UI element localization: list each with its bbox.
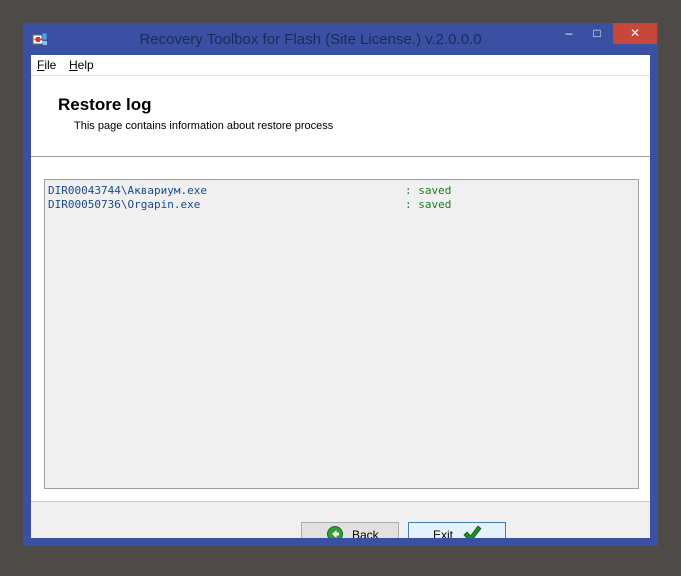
menu-help[interactable]: Help: [69, 58, 94, 72]
minimize-button[interactable]: –: [555, 23, 583, 44]
maximize-button[interactable]: □: [583, 23, 611, 44]
exit-button[interactable]: Exit: [408, 522, 506, 538]
back-button[interactable]: Back: [301, 522, 399, 538]
close-button[interactable]: ✕: [613, 23, 657, 44]
recovery-toolbox-icon: [32, 32, 48, 45]
menu-file-label: ile: [44, 58, 57, 72]
log-file-path: DIR00043744\Аквариум.exe: [48, 184, 207, 197]
window-title: Recovery Toolbox for Flash (Site License…: [139, 31, 482, 48]
log-status: : saved: [405, 198, 452, 211]
back-arrow-icon: [327, 526, 343, 538]
client-area: File Help Restore log This page contains…: [31, 55, 650, 538]
menu-help-label: elp: [77, 58, 94, 72]
menu-file[interactable]: File: [37, 58, 56, 72]
exit-button-label: Exit: [433, 528, 454, 538]
header-divider: [31, 156, 650, 158]
page-subtitle: This page contains information about res…: [74, 120, 334, 132]
title-bar[interactable]: Recovery Toolbox for Flash (Site License…: [23, 23, 658, 55]
log-status: : saved: [405, 184, 452, 197]
log-file-path: DIR00050736\Orgapin.exe: [48, 198, 201, 211]
menu-help-accelerator: H: [69, 58, 78, 72]
restore-log-list[interactable]: DIR00043744\Аквариум.exe : saved DIR0005…: [44, 179, 639, 489]
page-title: Restore log: [58, 95, 152, 114]
checkmark-icon: [463, 525, 482, 538]
back-button-label: Back: [352, 528, 379, 538]
app-window: Recovery Toolbox for Flash (Site License…: [23, 23, 658, 546]
menu-bar: File Help: [31, 55, 650, 76]
